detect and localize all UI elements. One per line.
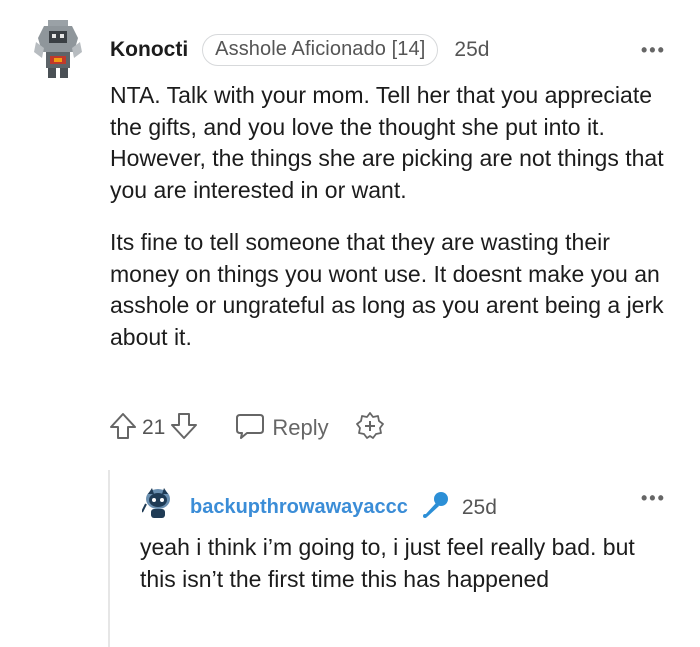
microphone-icon: [420, 490, 450, 525]
top-comment-header: Konocti Asshole Aficionado [14] 25d: [110, 34, 489, 66]
comment-actions: 21 Reply: [108, 410, 385, 446]
comment-body: NTA. Talk with your mom. Tell her that y…: [110, 80, 680, 374]
top-comment: Konocti Asshole Aficionado [14] 25d ••• …: [0, 0, 700, 460]
upvote-icon[interactable]: [108, 411, 138, 446]
comment-paragraph: Its fine to tell someone that they are w…: [110, 229, 664, 350]
user-flair: Asshole Aficionado [14]: [202, 34, 439, 66]
comment-age: 25d: [461, 495, 497, 519]
more-options-icon[interactable]: •••: [641, 488, 666, 509]
reply-comment-header: backupthrowawayaccc 25d: [190, 490, 497, 525]
username[interactable]: backupthrowawayaccc: [190, 496, 408, 519]
reply-button[interactable]: Reply: [235, 411, 329, 446]
downvote-icon[interactable]: [169, 411, 199, 446]
vote-count: 21: [142, 416, 166, 439]
robot-avatar-icon[interactable]: [34, 18, 82, 80]
thread-line[interactable]: [108, 470, 110, 647]
comment-age: 25d: [454, 38, 490, 61]
comment-paragraph: NTA. Talk with your mom. Tell her that y…: [110, 82, 664, 203]
reply-body: yeah i think i’m going to, i just feel r…: [140, 534, 635, 592]
more-options-icon[interactable]: •••: [641, 40, 666, 61]
reply-label: Reply: [272, 415, 329, 440]
speech-bubble-icon: [235, 411, 265, 446]
username[interactable]: Konocti: [110, 38, 188, 62]
snoo-avatar-icon[interactable]: [141, 486, 174, 520]
award-icon[interactable]: [355, 411, 385, 446]
